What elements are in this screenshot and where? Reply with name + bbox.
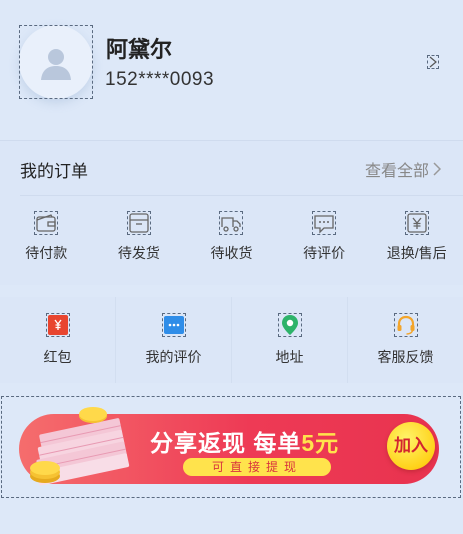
service-label: 地址 [275,349,304,365]
wallet-icon [34,211,59,235]
user-phone: 152****0093 [105,69,215,90]
order-pending-shipment[interactable]: 待发货 [93,211,186,263]
delivery-truck-icon [219,211,244,235]
order-label: 待收货 [210,245,253,261]
chevron-right-icon [433,162,441,176]
order-label: 待评价 [303,245,346,261]
order-refund[interactable]: 退换/售后 [370,211,463,263]
service-label: 红包 [43,349,72,365]
comment-icon [312,211,337,235]
service-my-reviews[interactable]: 我的评价 [116,297,232,383]
profile-header: 阿黛尔 152****0093 [0,0,463,130]
banner-title-highlight: 5元 [301,430,340,456]
service-label: 客服反馈 [377,349,434,365]
services-section: 红包 我的评价 地址 客服反馈 [0,297,463,383]
order-pending-review[interactable]: 待评价 [278,211,371,263]
order-label: 退换/售后 [386,245,447,261]
location-pin-icon [277,313,302,337]
service-address[interactable]: 地址 [232,297,348,383]
money-stack-icon [30,407,130,486]
service-label: 我的评价 [145,349,202,365]
chat-bubble-icon [161,313,186,337]
service-customer-feedback[interactable]: 客服反馈 [348,297,463,383]
red-packet-icon [45,313,70,337]
refund-icon [404,211,429,235]
package-icon [126,211,151,235]
user-name: 阿黛尔 [106,37,173,62]
divider [20,195,463,196]
order-pending-payment[interactable]: 待付款 [0,211,93,263]
arrow-right-icon[interactable] [427,55,439,69]
banner-subtitle: 可直接提现 [183,458,331,476]
avatar-frame [19,25,93,99]
order-pending-receipt[interactable]: 待收货 [185,211,278,263]
order-label: 待发货 [117,245,160,261]
join-button[interactable]: 加入 [387,422,435,470]
orders-title: 我的订单 [20,162,88,181]
order-label: 待付款 [25,245,68,261]
promo-banner[interactable]: 分享返现 每单5元 可直接提现 加入 [1,396,461,498]
headset-icon [393,313,418,337]
promo-banner-pill: 分享返现 每单5元 可直接提现 加入 [19,407,439,486]
view-all-label: 查看全部 [364,163,429,180]
banner-title-main: 分享返现 每单 [150,430,302,456]
service-red-packet[interactable]: 红包 [0,297,116,383]
orders-section: 我的订单 查看全部 待付款 待发货 待收货 待评价 退换/售后 [0,140,463,285]
banner-title: 分享返现 每单5元 [150,424,339,458]
view-all-orders-link[interactable]: 查看全部 [365,157,441,181]
